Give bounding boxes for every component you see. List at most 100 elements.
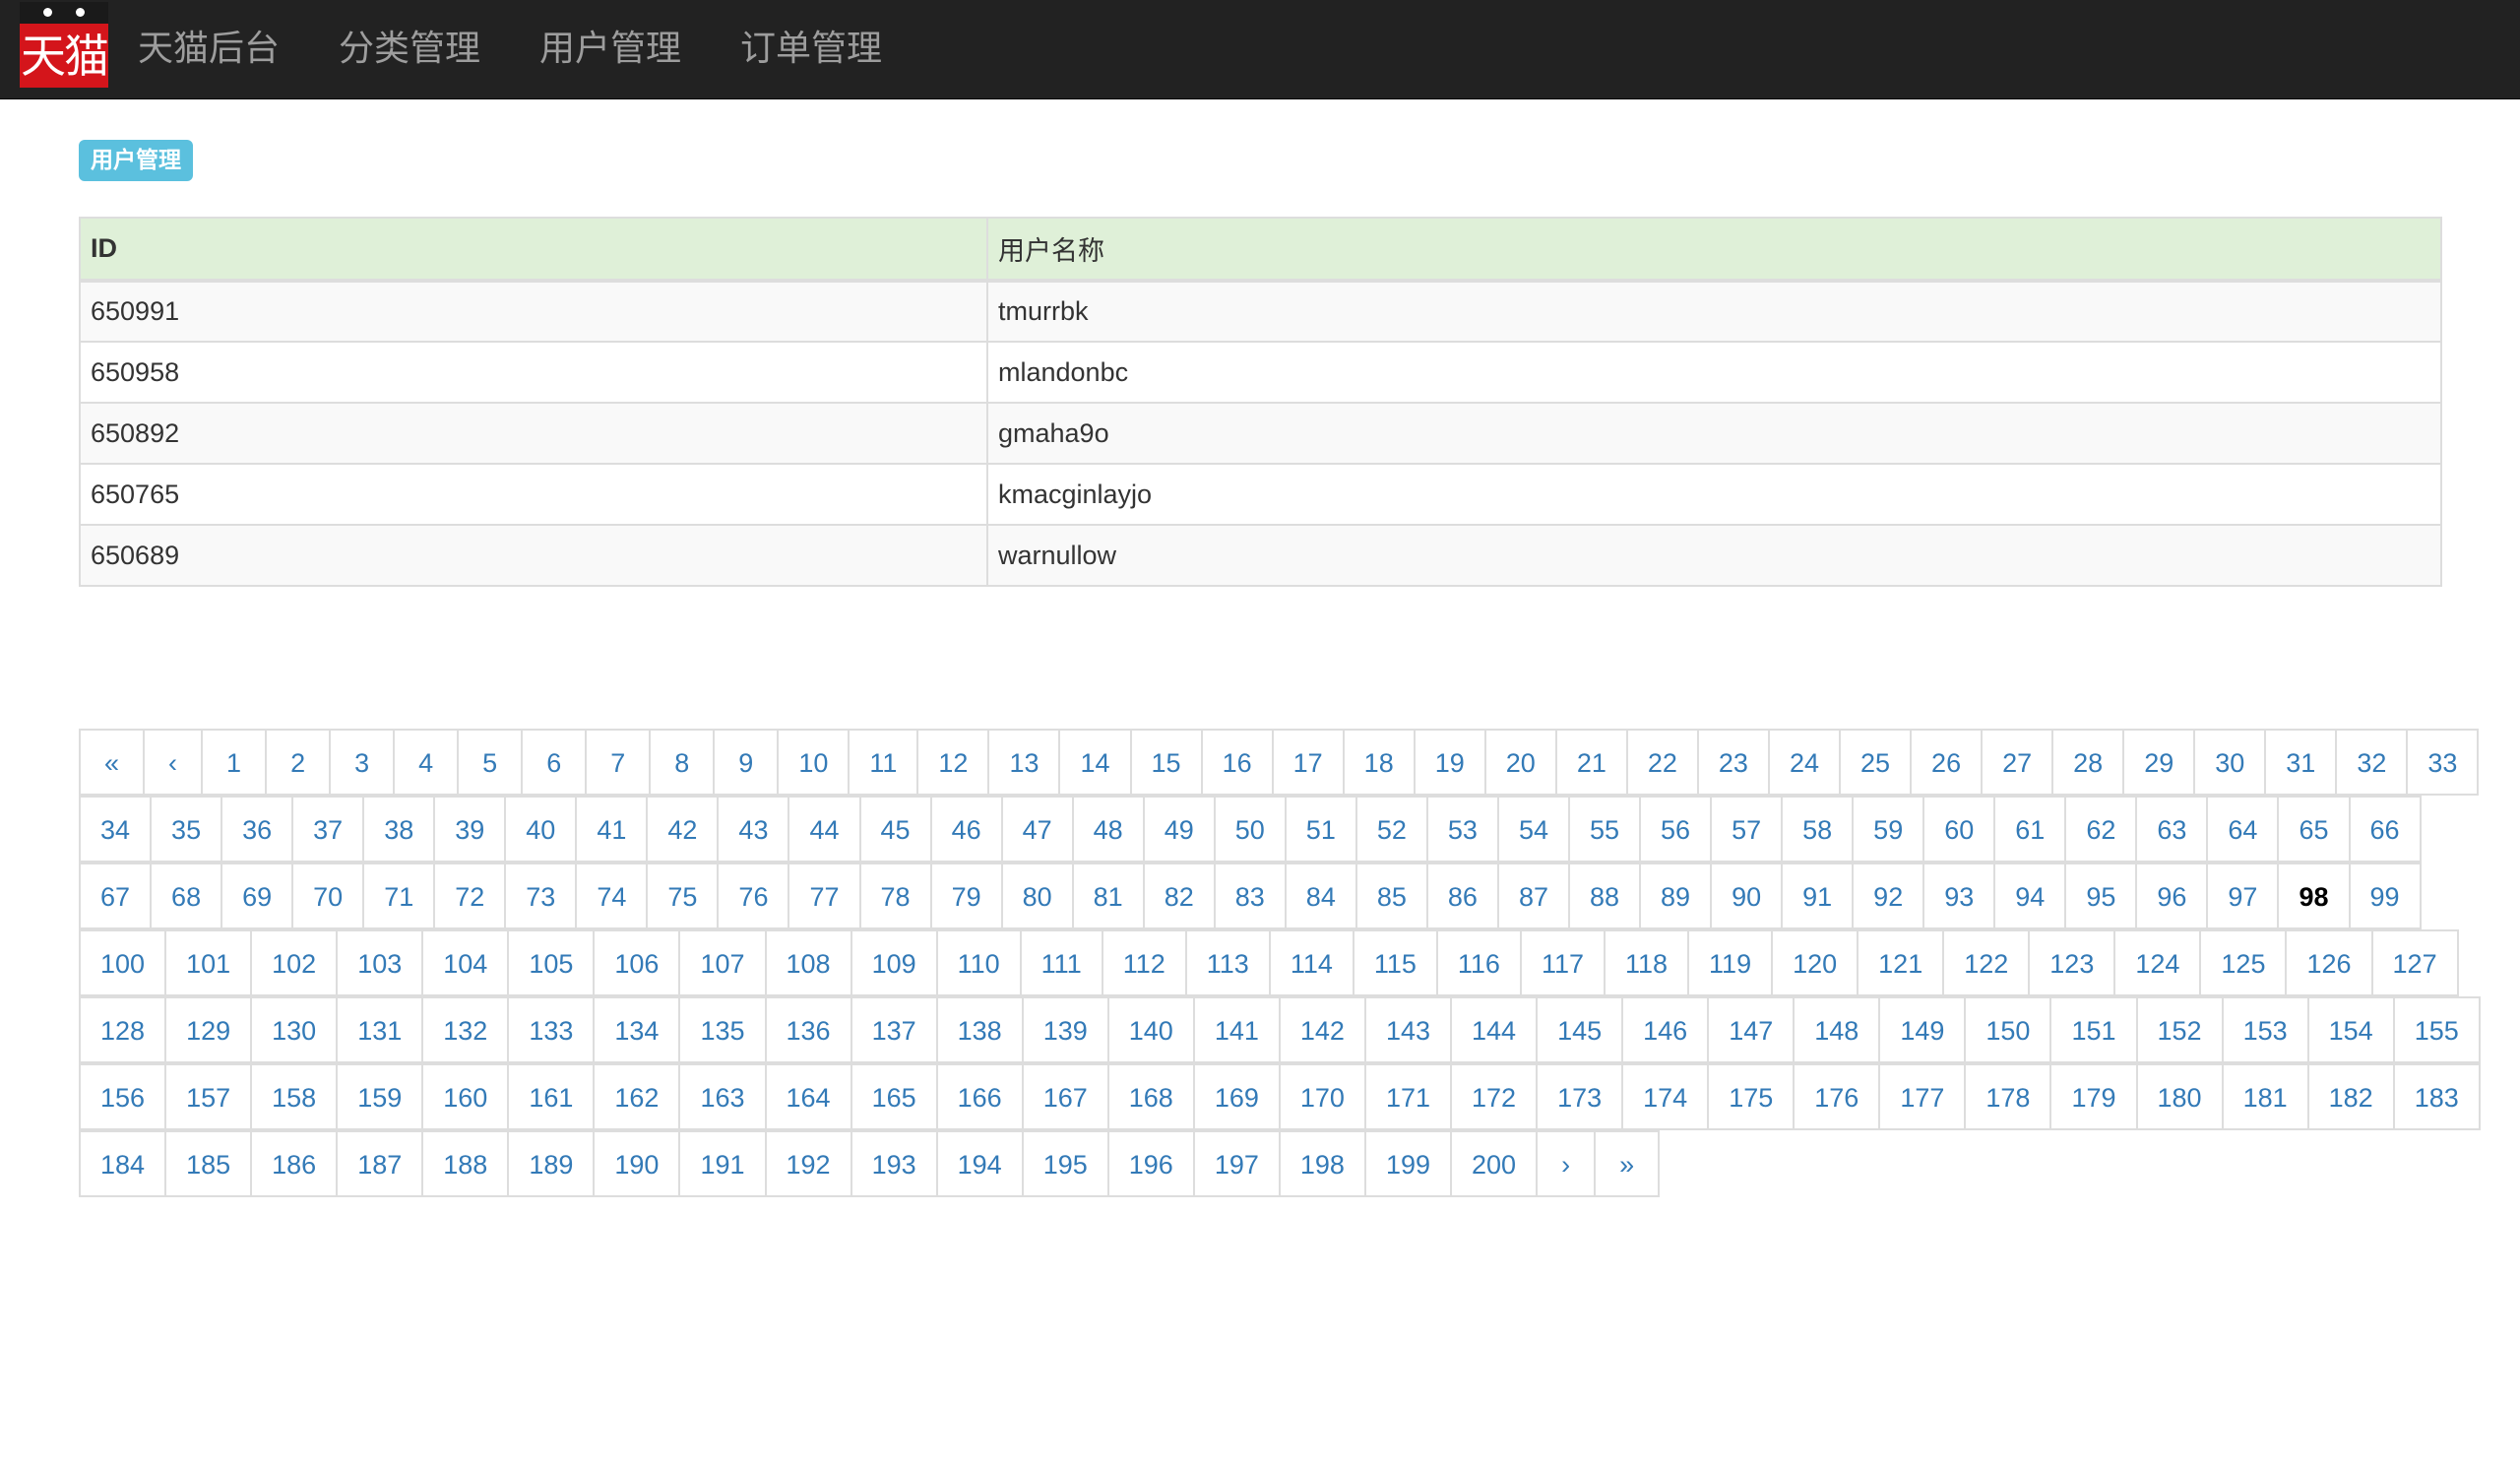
page-34-button[interactable]: 34 (79, 796, 153, 862)
page-71-button[interactable]: 71 (362, 862, 436, 929)
page-13-button[interactable]: 13 (987, 729, 1061, 796)
page-128-button[interactable]: 128 (79, 996, 167, 1063)
page-8-button[interactable]: 8 (649, 729, 716, 796)
page-118-button[interactable]: 118 (1604, 929, 1690, 996)
page-69-button[interactable]: 69 (220, 862, 294, 929)
page-17-button[interactable]: 17 (1271, 729, 1345, 796)
page-151-button[interactable]: 151 (2049, 996, 2138, 1063)
page-53-button[interactable]: 53 (1425, 796, 1499, 862)
page-183-button[interactable]: 183 (2392, 1063, 2481, 1130)
page-96-button[interactable]: 96 (2135, 862, 2209, 929)
page-120-button[interactable]: 120 (1771, 929, 1859, 996)
nav-item-users[interactable]: 用户管理 (539, 0, 681, 98)
page-25-button[interactable]: 25 (1839, 729, 1913, 796)
page-41-button[interactable]: 41 (575, 796, 649, 862)
page-23-button[interactable]: 23 (1696, 729, 1770, 796)
page-125-button[interactable]: 125 (2199, 929, 2288, 996)
page-85-button[interactable]: 85 (1354, 862, 1428, 929)
page-90-button[interactable]: 90 (1710, 862, 1784, 929)
page-33-button[interactable]: 33 (2406, 729, 2480, 796)
page-35-button[interactable]: 35 (150, 796, 223, 862)
page-49-button[interactable]: 49 (1142, 796, 1216, 862)
page-122-button[interactable]: 122 (1942, 929, 2031, 996)
page-144-button[interactable]: 144 (1450, 996, 1539, 1063)
page-79-button[interactable]: 79 (929, 862, 1003, 929)
page-192-button[interactable]: 192 (764, 1130, 852, 1197)
page-190-button[interactable]: 190 (593, 1130, 681, 1197)
page-158-button[interactable]: 158 (250, 1063, 339, 1130)
page-146-button[interactable]: 146 (1621, 996, 1710, 1063)
prev-page-button[interactable]: ‹ (143, 729, 204, 796)
page-86-button[interactable]: 86 (1425, 862, 1499, 929)
page-147-button[interactable]: 147 (1707, 996, 1796, 1063)
page-24-button[interactable]: 24 (1767, 729, 1841, 796)
page-81-button[interactable]: 81 (1071, 862, 1145, 929)
page-87-button[interactable]: 87 (1496, 862, 1570, 929)
page-169-button[interactable]: 169 (1192, 1063, 1281, 1130)
page-7-button[interactable]: 7 (585, 729, 652, 796)
page-67-button[interactable]: 67 (79, 862, 153, 929)
page-180-button[interactable]: 180 (2135, 1063, 2224, 1130)
page-191-button[interactable]: 191 (678, 1130, 767, 1197)
page-37-button[interactable]: 37 (291, 796, 365, 862)
page-32-button[interactable]: 32 (2335, 729, 2409, 796)
page-171-button[interactable]: 171 (1363, 1063, 1452, 1130)
page-153-button[interactable]: 153 (2221, 996, 2309, 1063)
page-93-button[interactable]: 93 (1922, 862, 1996, 929)
page-21-button[interactable]: 21 (1554, 729, 1628, 796)
page-148-button[interactable]: 148 (1793, 996, 1881, 1063)
page-47-button[interactable]: 47 (1000, 796, 1074, 862)
page-116-button[interactable]: 116 (1435, 929, 1522, 996)
page-173-button[interactable]: 173 (1536, 1063, 1624, 1130)
page-62-button[interactable]: 62 (2064, 796, 2138, 862)
page-26-button[interactable]: 26 (1910, 729, 1984, 796)
page-124-button[interactable]: 124 (2113, 929, 2202, 996)
page-9-button[interactable]: 9 (713, 729, 780, 796)
next-page-button[interactable]: › (1536, 1130, 1597, 1197)
page-5-button[interactable]: 5 (457, 729, 524, 796)
page-60-button[interactable]: 60 (1922, 796, 1996, 862)
page-154-button[interactable]: 154 (2306, 996, 2395, 1063)
page-18-button[interactable]: 18 (1342, 729, 1416, 796)
page-130-button[interactable]: 130 (250, 996, 339, 1063)
page-198-button[interactable]: 198 (1278, 1130, 1366, 1197)
page-44-button[interactable]: 44 (788, 796, 861, 862)
page-10-button[interactable]: 10 (777, 729, 850, 796)
page-163-button[interactable]: 163 (678, 1063, 767, 1130)
page-2-button[interactable]: 2 (265, 729, 332, 796)
page-136-button[interactable]: 136 (764, 996, 852, 1063)
page-121-button[interactable]: 121 (1857, 929, 1945, 996)
nav-item-orders[interactable]: 订单管理 (740, 0, 882, 98)
page-111-button[interactable]: 111 (1019, 929, 1103, 996)
page-162-button[interactable]: 162 (593, 1063, 681, 1130)
page-159-button[interactable]: 159 (336, 1063, 424, 1130)
page-199-button[interactable]: 199 (1363, 1130, 1452, 1197)
page-123-button[interactable]: 123 (2028, 929, 2116, 996)
page-114-button[interactable]: 114 (1268, 929, 1354, 996)
page-103-button[interactable]: 103 (336, 929, 424, 996)
page-156-button[interactable]: 156 (79, 1063, 167, 1130)
page-137-button[interactable]: 137 (850, 996, 938, 1063)
page-84-button[interactable]: 84 (1284, 862, 1357, 929)
page-189-button[interactable]: 189 (507, 1130, 596, 1197)
page-51-button[interactable]: 51 (1284, 796, 1357, 862)
page-127-button[interactable]: 127 (2370, 929, 2459, 996)
page-174-button[interactable]: 174 (1621, 1063, 1710, 1130)
page-170-button[interactable]: 170 (1278, 1063, 1366, 1130)
page-104-button[interactable]: 104 (421, 929, 510, 996)
page-91-button[interactable]: 91 (1781, 862, 1855, 929)
page-185-button[interactable]: 185 (164, 1130, 253, 1197)
page-175-button[interactable]: 175 (1707, 1063, 1796, 1130)
page-172-button[interactable]: 172 (1450, 1063, 1539, 1130)
page-80-button[interactable]: 80 (1000, 862, 1074, 929)
page-129-button[interactable]: 129 (164, 996, 253, 1063)
page-30-button[interactable]: 30 (2193, 729, 2267, 796)
page-135-button[interactable]: 135 (678, 996, 767, 1063)
page-99-button[interactable]: 99 (2348, 862, 2422, 929)
page-4-button[interactable]: 4 (393, 729, 460, 796)
tmall-logo[interactable]: 天猫 (20, 2, 108, 88)
page-66-button[interactable]: 66 (2348, 796, 2422, 862)
page-98-button[interactable]: 98 (2277, 862, 2351, 929)
page-72-button[interactable]: 72 (433, 862, 507, 929)
page-109-button[interactable]: 109 (850, 929, 938, 996)
